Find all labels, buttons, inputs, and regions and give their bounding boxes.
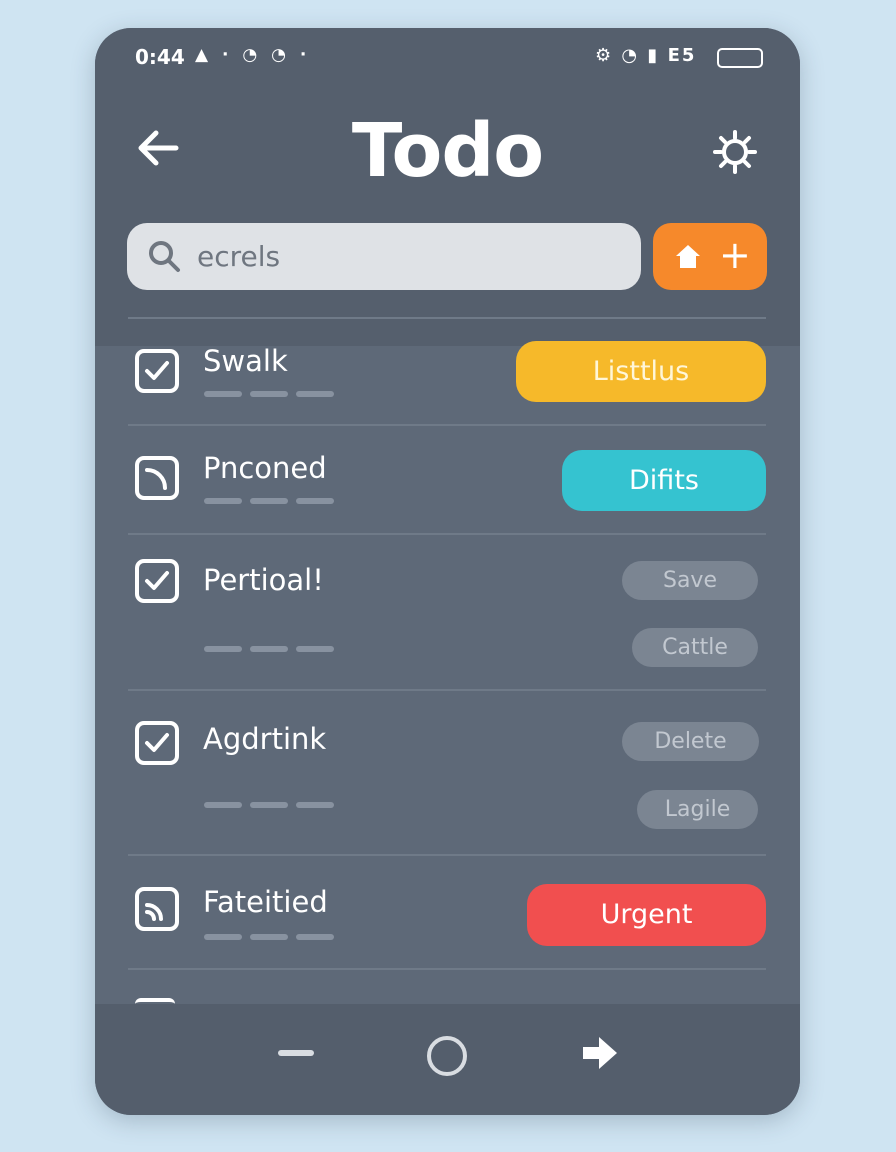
item-label: Agdrtink xyxy=(203,722,327,756)
page-title: Todo xyxy=(351,108,544,194)
settings-button[interactable] xyxy=(707,124,763,180)
circle-home-icon[interactable] xyxy=(427,1036,467,1076)
search-bar[interactable] xyxy=(127,223,641,290)
tag-button[interactable]: Listtlus xyxy=(516,341,766,402)
status-bar: 0:44 ▲ · ◔ ◔ · ⚙ ◔ ▮ E5 xyxy=(95,28,800,88)
checkbox-rss[interactable] xyxy=(135,887,179,931)
checkmark-icon xyxy=(145,361,169,380)
forward-arrow-icon[interactable] xyxy=(579,1032,621,1074)
tag-button[interactable]: Difits xyxy=(562,450,766,511)
urgent-tag-button[interactable]: Urgent xyxy=(527,884,766,946)
secondary-button[interactable]: Lagile xyxy=(637,790,758,829)
plus-icon: + xyxy=(719,233,751,277)
item-label: Pertioal! xyxy=(203,563,324,597)
divider xyxy=(128,424,766,426)
checkbox-rss[interactable] xyxy=(135,456,179,500)
checkmark-icon xyxy=(145,571,169,590)
status-time: 0:44 xyxy=(135,45,185,69)
checkbox-checked[interactable] xyxy=(135,349,179,393)
divider xyxy=(128,968,766,970)
item-label: Pnconed xyxy=(203,451,327,485)
status-system-icons: ⚙ ◔ ▮ xyxy=(595,45,660,66)
status-left-icons: ▲ · ◔ ◔ · xyxy=(195,45,311,65)
minus-icon[interactable] xyxy=(278,1050,314,1056)
status-right-icons: ⚙ ◔ ▮ E5 xyxy=(595,45,696,66)
search-input[interactable] xyxy=(197,233,617,279)
item-progress-dashes xyxy=(204,391,334,397)
status-carrier: E5 xyxy=(667,45,697,66)
divider xyxy=(128,854,766,856)
checkbox-checked[interactable] xyxy=(135,559,179,603)
checkbox-checked[interactable] xyxy=(135,721,179,765)
bottom-nav-bar xyxy=(95,1004,800,1115)
phone-frame: 0:44 ▲ · ◔ ◔ · ⚙ ◔ ▮ E5 Todo ecrels + Sw… xyxy=(95,28,800,1115)
rss-icon xyxy=(145,468,167,490)
divider xyxy=(128,317,766,319)
back-button[interactable] xyxy=(130,120,186,176)
item-progress-dashes xyxy=(204,802,334,808)
item-progress-dashes xyxy=(204,934,334,940)
secondary-button[interactable]: Cattle xyxy=(632,628,758,667)
item-progress-dashes xyxy=(204,498,334,504)
battery-icon xyxy=(717,48,763,68)
add-button[interactable]: + xyxy=(653,223,767,290)
divider xyxy=(128,533,766,535)
back-arrow-icon xyxy=(138,130,179,166)
item-progress-dashes xyxy=(204,646,334,652)
divider xyxy=(128,689,766,691)
rss-icon xyxy=(145,903,163,921)
item-label: Swalk xyxy=(203,344,288,378)
search-icon xyxy=(149,241,180,272)
home-icon xyxy=(676,245,700,268)
item-label: Fateitied xyxy=(203,885,328,919)
delete-button[interactable]: Delete xyxy=(622,722,759,761)
gear-icon xyxy=(713,130,757,174)
checkmark-icon xyxy=(145,733,169,752)
save-button[interactable]: Save xyxy=(622,561,758,600)
